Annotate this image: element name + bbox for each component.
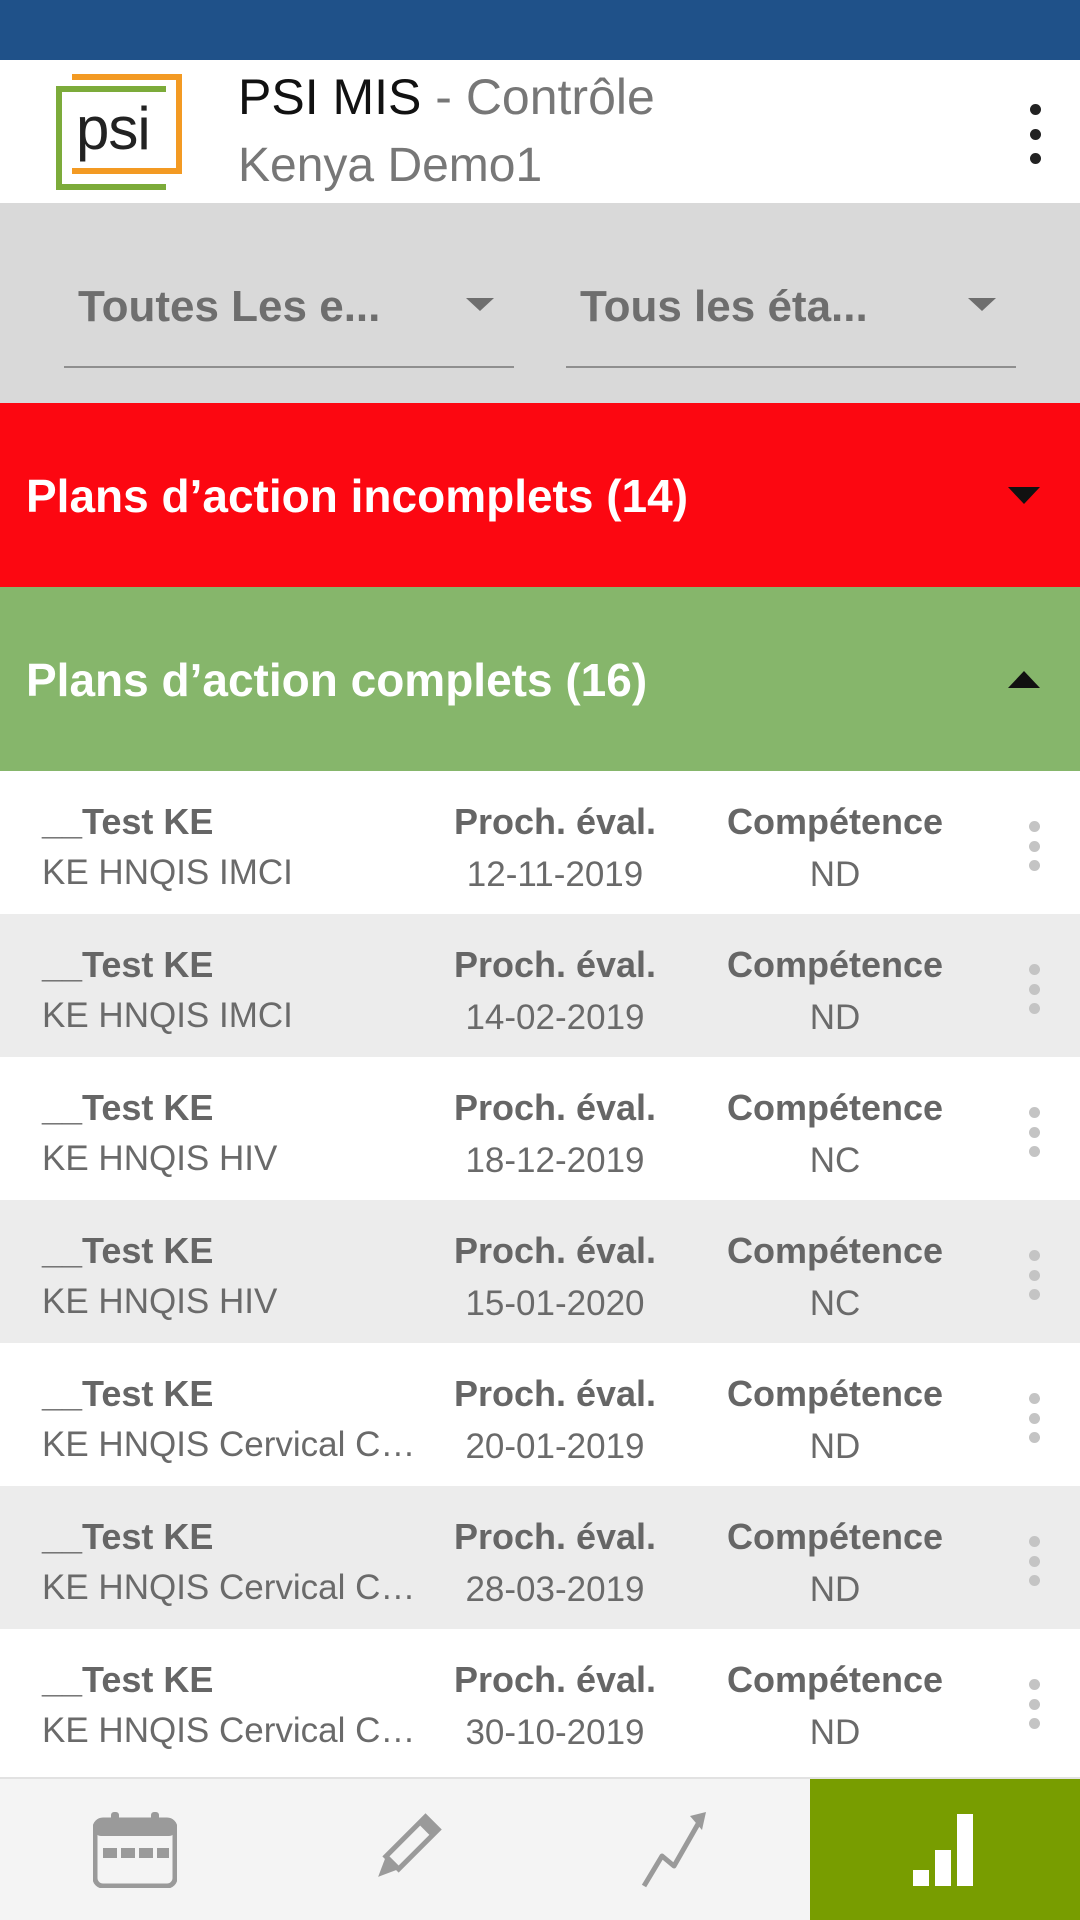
more-options-icon[interactable] [1026, 964, 1042, 1014]
item-program: KE HNQIS IMCI [42, 853, 293, 892]
next-evaluation: Proch. éval. 30-10-2019 [453, 1659, 657, 1752]
list-item[interactable]: __Test KE KE HNQIS IMCI Proch. éval. 12-1… [0, 771, 1080, 914]
more-options-icon[interactable] [1026, 1393, 1042, 1443]
app-title-main: PSI MIS [238, 69, 422, 125]
tab-edit[interactable] [270, 1779, 540, 1920]
section-label: Plans d’action complets (16) [26, 654, 648, 706]
more-options-icon[interactable] [1026, 821, 1042, 871]
next-evaluation: Proch. éval. 12-11-2019 [453, 801, 657, 894]
competence: Compétence ND [726, 944, 944, 1037]
app-subtitle: Contrôle [465, 69, 655, 125]
item-program: KE HNQIS IMCI [42, 996, 293, 1035]
competence: Compétence NC [726, 1087, 944, 1180]
filter-bar: Toutes Les e... Tous les éta... [0, 203, 1080, 403]
next-evaluation: Proch. éval. 28-03-2019 [453, 1516, 657, 1609]
status-bar [0, 0, 1080, 60]
list-item[interactable]: __Test KE KE HNQIS IMCI Proch. éval. 14-0… [0, 914, 1080, 1057]
action-plan-list: __Test KE KE HNQIS IMCI Proch. éval. 12-1… [0, 771, 1080, 1772]
item-name: __Test KE [42, 1087, 214, 1128]
item-program: KE HNQIS Cervical Ca... [42, 1425, 417, 1464]
item-name: __Test KE [42, 944, 214, 985]
more-options-icon[interactable] [1026, 1107, 1042, 1157]
filter-dropdown-first[interactable]: Toutes Les e... [64, 278, 514, 368]
app-bar: psi PSI MIS - Contrôle Kenya Demo1 [0, 60, 1080, 203]
tab-calendar[interactable] [0, 1779, 270, 1920]
competence: Compétence NC [726, 1230, 944, 1323]
org-name: Kenya Demo1 [238, 139, 543, 192]
tab-trends[interactable] [540, 1779, 810, 1920]
next-evaluation: Proch. éval. 14-02-2019 [453, 944, 657, 1037]
logo-text: psi [76, 95, 151, 162]
tab-statistics[interactable] [810, 1779, 1080, 1920]
competence: Compétence ND [726, 1516, 944, 1609]
list-item[interactable]: __Test KE KE HNQIS Cervical Ca... Proch.… [0, 1343, 1080, 1486]
app-title: PSI MIS - Contrôle [238, 68, 655, 126]
item-name: __Test KE [42, 1659, 214, 1700]
overflow-menu-icon[interactable] [1020, 104, 1050, 164]
next-evaluation: Proch. éval. 20-01-2019 [453, 1373, 657, 1466]
item-name: __Test KE [42, 1230, 214, 1271]
competence: Compétence ND [726, 1373, 944, 1466]
filter-value: Tous les éta... [580, 282, 868, 331]
item-program: KE HNQIS HIV [42, 1282, 278, 1321]
dropdown-caret-icon [968, 298, 996, 311]
next-evaluation: Proch. éval. 15-01-2020 [453, 1230, 657, 1323]
more-options-icon[interactable] [1026, 1250, 1042, 1300]
bar-signal-icon [913, 1813, 973, 1886]
list-item[interactable]: __Test KE KE HNQIS HIV Proch. éval. 15-01… [0, 1200, 1080, 1343]
more-options-icon[interactable] [1026, 1679, 1042, 1729]
collapse-arrow-icon [1008, 671, 1040, 688]
item-program: KE HNQIS Cervical Ca... [42, 1711, 417, 1750]
filter-value: Toutes Les e... [78, 282, 381, 331]
calendar-icon [93, 1811, 177, 1888]
section-label: Plans d’action incomplets (14) [26, 470, 689, 522]
app-title-separator: - [421, 69, 466, 125]
competence: Compétence ND [726, 801, 944, 894]
trend-icon [641, 1811, 706, 1887]
expand-arrow-icon [1008, 487, 1040, 504]
psi-logo: psi [56, 74, 182, 191]
item-name: __Test KE [42, 801, 214, 842]
item-program: KE HNQIS Cervical Ca... [42, 1568, 417, 1607]
section-incomplete-plans[interactable]: Plans d’action incomplets (14) [0, 403, 1080, 587]
item-name: __Test KE [42, 1373, 214, 1414]
pencil-icon [378, 1812, 442, 1877]
list-item[interactable]: __Test KE KE HNQIS HIV Proch. éval. 18-12… [0, 1057, 1080, 1200]
next-evaluation: Proch. éval. 18-12-2019 [453, 1087, 657, 1180]
filter-dropdown-second[interactable]: Tous les éta... [566, 278, 1016, 368]
list-item[interactable]: __Test KE KE HNQIS Cervical Ca... Proch.… [0, 1629, 1080, 1772]
item-program: KE HNQIS HIV [42, 1139, 278, 1178]
competence: Compétence ND [726, 1659, 944, 1752]
bottom-navigation [0, 1777, 1080, 1920]
section-complete-plans[interactable]: Plans d’action complets (16) [0, 587, 1080, 771]
list-item[interactable]: __Test KE KE HNQIS Cervical Ca... Proch.… [0, 1486, 1080, 1629]
item-name: __Test KE [42, 1516, 214, 1557]
dropdown-caret-icon [466, 298, 494, 311]
more-options-icon[interactable] [1026, 1536, 1042, 1586]
